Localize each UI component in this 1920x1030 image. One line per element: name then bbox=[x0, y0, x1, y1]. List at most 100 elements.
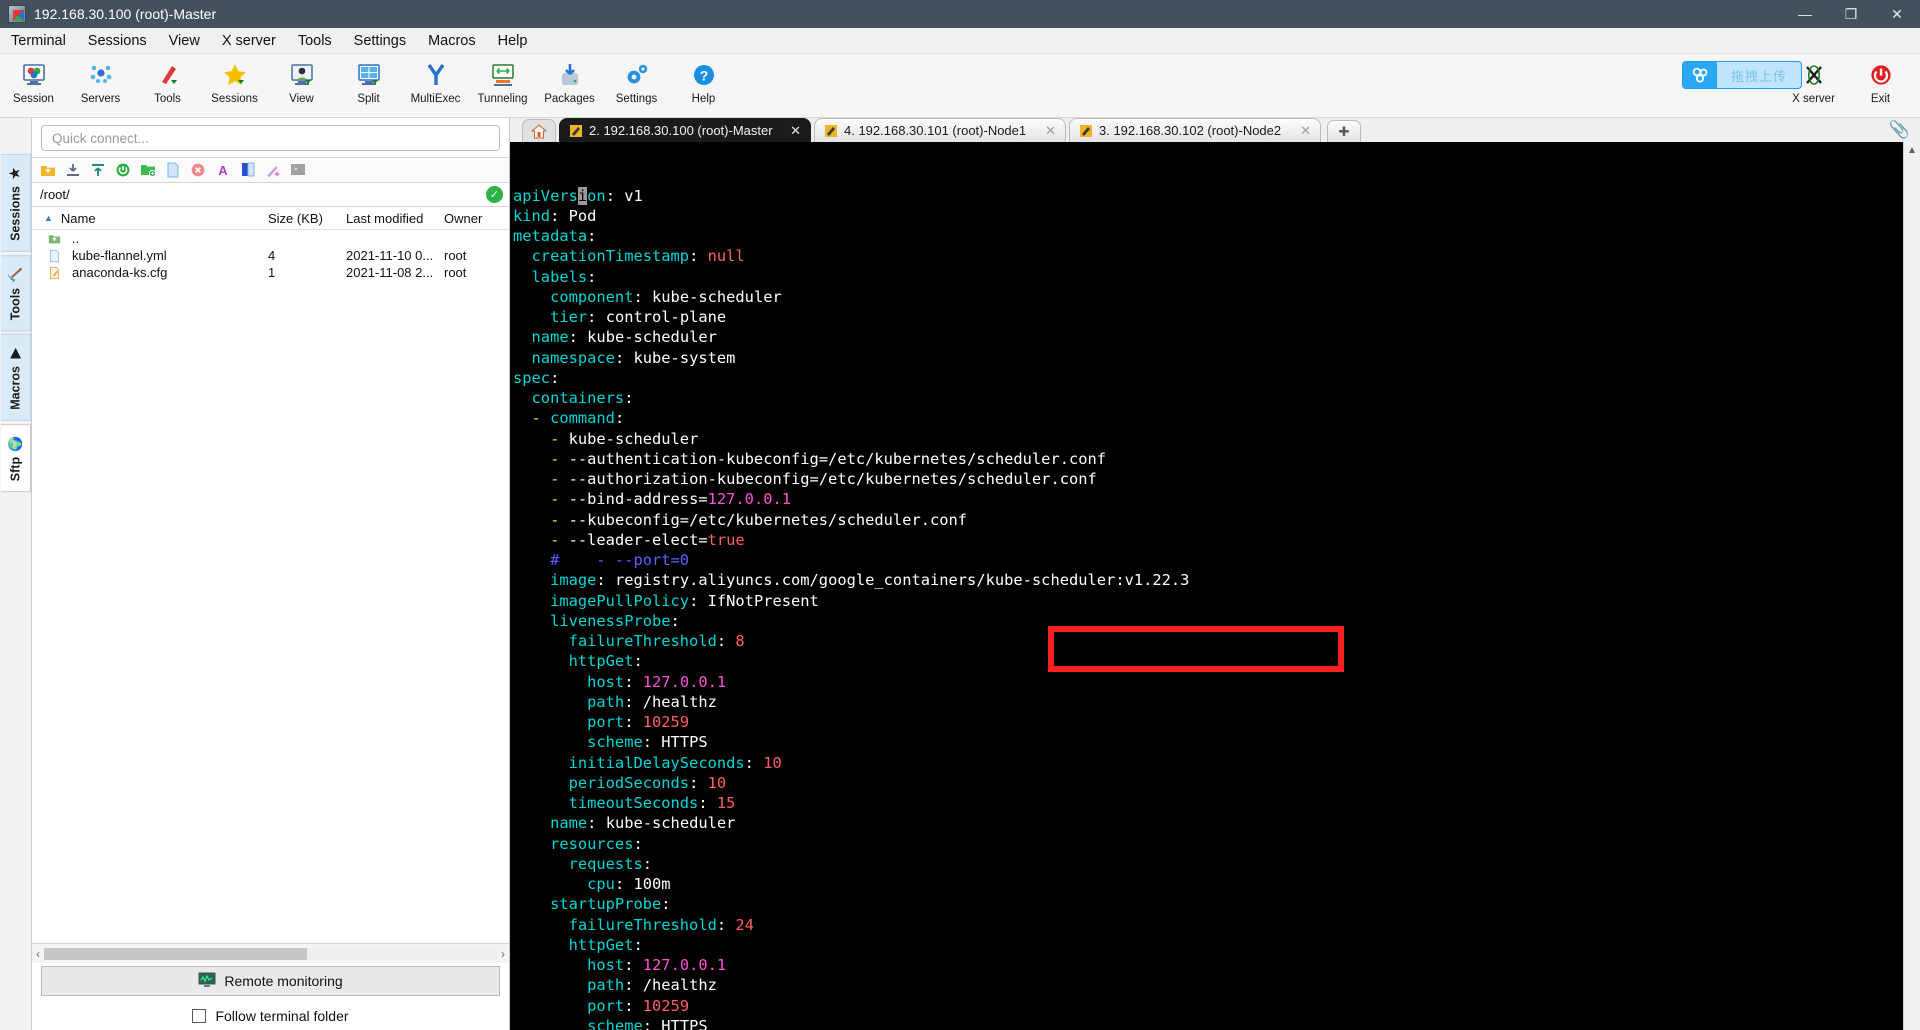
quick-connect-input[interactable]: Quick connect... bbox=[41, 125, 500, 151]
list-item[interactable]: anaconda-ks.cfg 1 2021-11-08 2... root bbox=[32, 264, 509, 281]
toolbar-tunneling-button[interactable]: Tunneling bbox=[469, 57, 536, 105]
toolbar-view-button[interactable]: View bbox=[268, 57, 335, 105]
window-controls: — ❐ ✕ bbox=[1782, 0, 1920, 28]
toolbar-x-server-button[interactable]: X server bbox=[1780, 57, 1847, 105]
toolbar-multiexec-button[interactable]: MultiExec bbox=[402, 57, 469, 105]
list-item[interactable]: .. bbox=[32, 230, 509, 247]
terminal-token: creationTimestamp bbox=[513, 247, 690, 266]
terminal-token: 127.0.0.1 bbox=[707, 490, 792, 509]
sidebar-macros-label: Macros bbox=[8, 366, 22, 410]
session-tab-label: 2. 192.168.30.100 (root)-Master bbox=[589, 123, 773, 138]
session-tab-node2[interactable]: 3. 192.168.30.102 (root)-Node2 ✕ bbox=[1069, 118, 1321, 142]
new-tab-button[interactable]: ✚ bbox=[1327, 120, 1361, 142]
minimize-button[interactable]: — bbox=[1782, 0, 1828, 28]
toolbar-help-button[interactable]: ? Help bbox=[670, 57, 737, 105]
terminal-line: port: 10259 bbox=[513, 996, 1903, 1016]
upload-icon[interactable] bbox=[90, 162, 106, 178]
follow-terminal-folder-row[interactable]: Follow terminal folder bbox=[32, 1002, 509, 1030]
menu-view[interactable]: View bbox=[158, 30, 211, 52]
menu-tools[interactable]: Tools bbox=[287, 30, 343, 52]
list-item[interactable]: kube-flannel.yml 4 2021-11-10 0... root bbox=[32, 247, 509, 264]
close-icon[interactable]: ✕ bbox=[790, 123, 801, 139]
toolbar-settings-button[interactable]: Settings bbox=[603, 57, 670, 105]
file-list-horizontal-scrollbar[interactable]: ‹ › bbox=[32, 943, 509, 963]
terminal-token: : bbox=[633, 287, 643, 306]
column-header-name[interactable]: Name bbox=[61, 211, 96, 226]
terminal-token: : bbox=[642, 733, 653, 752]
toolbar-sessions-button[interactable]: Sessions bbox=[201, 57, 268, 105]
refresh-icon[interactable] bbox=[115, 162, 131, 178]
copy-icon[interactable] bbox=[240, 162, 256, 178]
menu-settings[interactable]: Settings bbox=[343, 30, 417, 52]
scrollbar-thumb[interactable] bbox=[44, 947, 307, 960]
menu-x-server[interactable]: X server bbox=[211, 30, 287, 52]
terminal-token: 10 bbox=[698, 773, 727, 792]
terminal-token: /healthz bbox=[633, 976, 717, 995]
remote-monitoring-button[interactable]: Remote monitoring bbox=[41, 966, 500, 996]
terminal-token: : bbox=[550, 368, 560, 387]
edit-wand-icon[interactable] bbox=[265, 162, 281, 178]
help-icon: ? bbox=[689, 60, 719, 90]
download-icon[interactable] bbox=[65, 162, 81, 178]
toolbar-exit-button[interactable]: Exit bbox=[1847, 57, 1914, 105]
new-folder-icon[interactable] bbox=[140, 162, 156, 178]
scroll-right-icon[interactable]: › bbox=[501, 947, 505, 961]
sftp-toolbar: A > bbox=[32, 157, 509, 183]
new-file-icon[interactable] bbox=[165, 162, 181, 178]
session-tab-node1[interactable]: 4. 192.168.30.101 (root)-Node1 ✕ bbox=[814, 118, 1066, 142]
menu-help[interactable]: Help bbox=[487, 30, 539, 52]
tunneling-icon bbox=[488, 60, 518, 90]
sidebar-sftp-label: Sftp bbox=[8, 456, 22, 482]
sort-ascending-icon[interactable]: ▲ bbox=[44, 213, 53, 223]
close-button[interactable]: ✕ bbox=[1874, 0, 1920, 28]
paperclip-icon[interactable]: 📎 bbox=[1889, 120, 1910, 140]
close-icon[interactable]: ✕ bbox=[1300, 123, 1311, 139]
column-header-size[interactable]: Size (KB) bbox=[262, 211, 340, 226]
column-header-owner[interactable]: Owner bbox=[438, 211, 498, 226]
terminal-token: 10259 bbox=[633, 996, 690, 1015]
toolbar-split-button[interactable]: Split bbox=[335, 57, 402, 105]
menu-macros[interactable]: Macros bbox=[417, 30, 487, 52]
terminal-output[interactable]: apiVersion: v1 kind: Pod metadata: creatio… bbox=[510, 142, 1903, 1030]
delete-icon[interactable] bbox=[190, 162, 206, 178]
session-tab-master[interactable]: 2. 192.168.30.100 (root)-Master ✕ bbox=[559, 118, 811, 142]
terminal-token: containers bbox=[513, 389, 625, 407]
terminal-token: : bbox=[596, 571, 606, 590]
terminal-line: path: /healthz bbox=[513, 692, 1903, 712]
terminal-scrollbar[interactable]: ▲ ▼ bbox=[1903, 142, 1920, 1030]
follow-terminal-folder-checkbox[interactable] bbox=[192, 1009, 207, 1023]
sidebar-item-tools[interactable]: Tools 🔨 bbox=[0, 254, 31, 332]
menu-sessions[interactable]: Sessions bbox=[77, 30, 158, 52]
terminal-token: v1 bbox=[614, 186, 643, 205]
terminal-token: image bbox=[513, 571, 597, 590]
menu-terminal[interactable]: Terminal bbox=[0, 30, 77, 52]
scrollbar-track[interactable] bbox=[44, 947, 497, 960]
toolbar-session-button[interactable]: Session bbox=[0, 57, 67, 105]
maximize-button[interactable]: ❐ bbox=[1828, 0, 1874, 28]
column-header-last-modified[interactable]: Last modified bbox=[340, 211, 438, 226]
terminal-token: : bbox=[670, 611, 680, 630]
star-icon: ★ bbox=[7, 165, 23, 180]
toolbar-servers-button[interactable]: Servers bbox=[67, 57, 134, 105]
terminal-token: HTTPS bbox=[652, 1016, 708, 1030]
toolbar-tools-button[interactable]: Tools bbox=[134, 57, 201, 105]
home-tab[interactable] bbox=[522, 119, 556, 142]
cloud-upload-icon bbox=[1682, 62, 1717, 88]
toolbar-packages-button[interactable]: Packages bbox=[536, 57, 603, 105]
sftp-path-bar[interactable]: /root/ ✓ bbox=[32, 183, 509, 207]
tools-icon bbox=[153, 60, 183, 90]
terminal-token: name bbox=[513, 814, 588, 833]
close-icon[interactable]: ✕ bbox=[1045, 123, 1056, 139]
find-text-icon[interactable]: A bbox=[215, 162, 231, 178]
parent-folder-icon[interactable] bbox=[40, 162, 56, 178]
sidebar-item-sessions[interactable]: Sessions ★ bbox=[0, 154, 31, 252]
file-modified: 2021-11-08 2... bbox=[346, 265, 434, 280]
open-terminal-icon[interactable]: > bbox=[290, 162, 306, 178]
scroll-left-icon[interactable]: ‹ bbox=[36, 947, 40, 961]
mobaxterm-logo-icon bbox=[8, 5, 26, 23]
chevron-up-icon[interactable]: ▲ bbox=[1907, 142, 1917, 156]
svg-text:A: A bbox=[218, 163, 228, 178]
sidebar-item-macros[interactable]: Macros ▶ bbox=[0, 334, 31, 421]
terminal-line: name: kube-scheduler bbox=[513, 813, 1903, 833]
sidebar-item-sftp[interactable]: Sftp 🌍 bbox=[0, 423, 31, 493]
